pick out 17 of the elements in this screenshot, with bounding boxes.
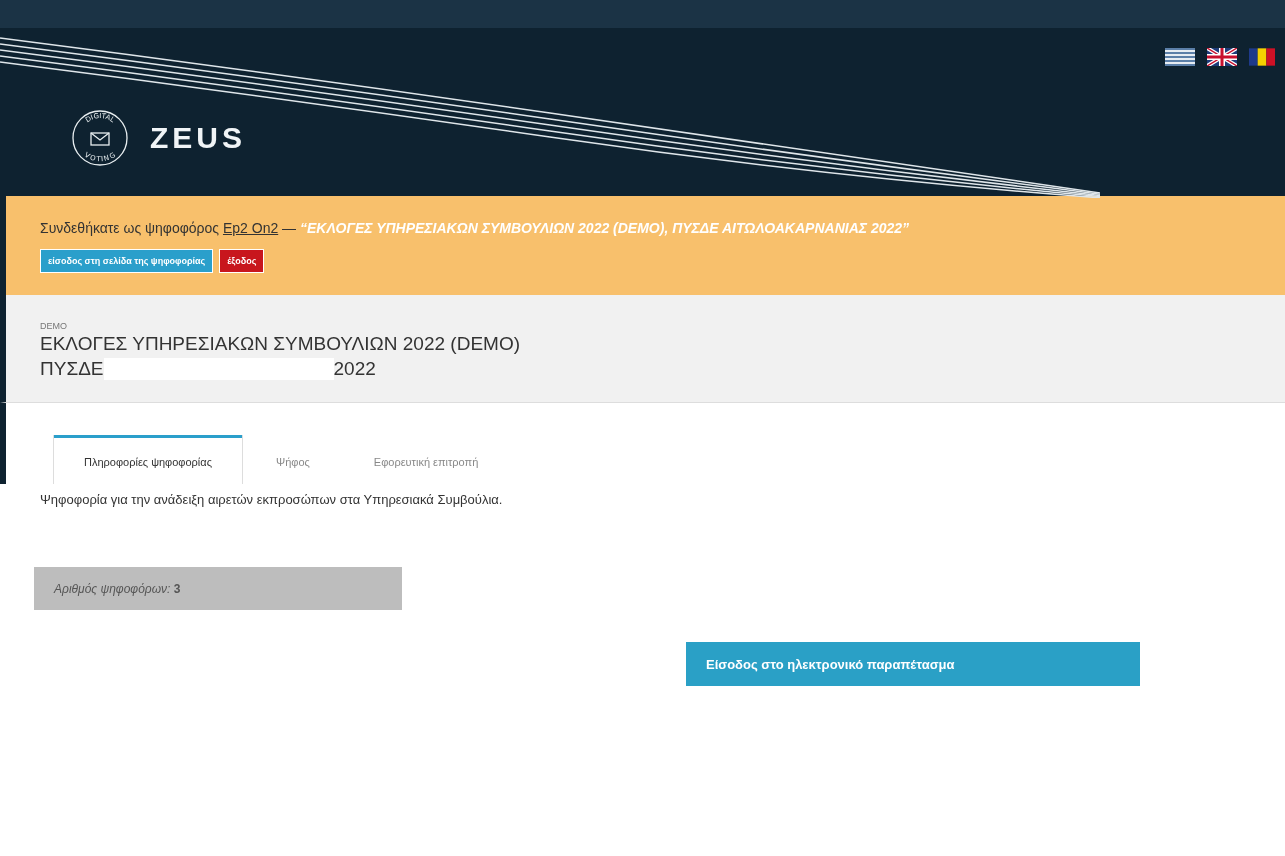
election-year: 2022 [333, 358, 376, 380]
voting-page-button[interactable]: είσοδος στη σελίδα της ψηφοφορίας [40, 249, 214, 273]
logout-button[interactable]: έξοδος [219, 249, 265, 273]
voter-link[interactable]: Ep2 On2 [222, 220, 279, 236]
romania-flag-icon[interactable] [1249, 48, 1275, 66]
uk-flag-icon[interactable] [1207, 48, 1237, 66]
greek-flag-icon[interactable] [1165, 48, 1195, 66]
election-description: Ψηφοφορία για την ανάδειξη αιρετών εκπροσώπων στα Υπηρεσιακά Συμβούλια. [40, 492, 504, 507]
logo-title: ZEUS [150, 121, 246, 155]
election-subtitle: ΠΥΣΔΕ [40, 358, 104, 380]
election-title: ΕΚΛΟΓΕΣ ΥΠΗΡΕΣΙΑΚΩΝ ΣΥΜΒΟΥΛΙΩΝ 2022 (DEMO) [40, 333, 521, 355]
voter-count: Αριθμός ψηφοφόρων: 3 [34, 567, 402, 610]
login-message: Συνδεθήκατε ως ψηφοφόρος Ep2 On2 — “ΕΚΛΟΓΕΣ ΥΠΗΡΕΣΙΑΚΩΝ ΣΥΜΒΟΥΛΙΩΝ 2022 (DEMO), ΠΥΣΔΕ ΑΙΤΩΛΟΑΚΑΡΝΑΝΙΑΣ 2022” [40, 220, 911, 237]
enter-booth-button[interactable]: Είσοδος στο ηλεκτρονικό παραπέτασμα [686, 642, 1140, 686]
tab[interactable]: Πληροφορίες ψηφοφορίας [54, 435, 242, 484]
logo-icon [70, 108, 130, 168]
demo-label: DEMO [40, 321, 68, 331]
